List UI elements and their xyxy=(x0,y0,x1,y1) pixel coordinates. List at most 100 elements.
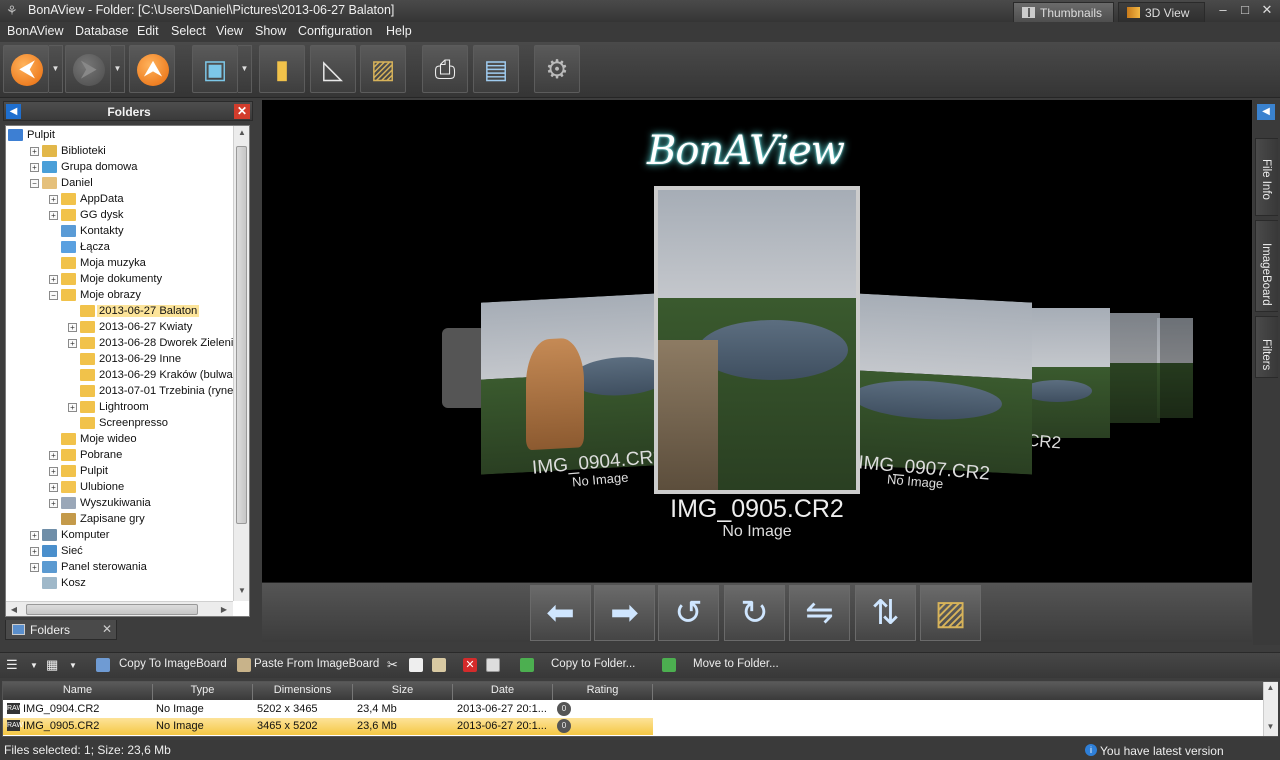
tree-node[interactable]: Zapisane gry xyxy=(6,512,231,528)
tree-node[interactable]: Screenpresso xyxy=(6,416,231,432)
next-button[interactable]: ➡ xyxy=(594,585,655,641)
acquire-button[interactable]: ▣ xyxy=(192,45,238,93)
tree-horizontal-scrollbar[interactable]: ◀ ▶ xyxy=(6,601,233,616)
tree-horizontal-scroll-thumb[interactable] xyxy=(26,604,198,615)
coverflow-card-current[interactable] xyxy=(654,186,860,494)
tree-node[interactable]: +2013-06-28 Dworek Zieleniews xyxy=(6,336,249,352)
tree-node[interactable]: + Moje dokumenty xyxy=(6,272,231,288)
tree-expander-icon[interactable]: + xyxy=(49,499,58,508)
coverflow-viewer[interactable]: BonAView CR2 IMG_0907.CR2 No Image IMG_0… xyxy=(262,100,1252,582)
paste-from-imageboard-button[interactable]: Paste From ImageBoard xyxy=(254,658,379,670)
tree-node[interactable]: + GG dysk xyxy=(6,208,231,224)
coverflow-card-3[interactable] xyxy=(858,293,1032,475)
scroll-down-icon[interactable]: ▼ xyxy=(1264,722,1277,731)
tree-expander-icon[interactable]: − xyxy=(30,179,39,188)
column-type[interactable]: Type xyxy=(153,684,253,700)
tree-node[interactable]: + Pobrane xyxy=(6,448,231,464)
grid-view-dropdown-icon[interactable]: ▼ xyxy=(69,661,77,670)
tree-node[interactable]: + Panel sterowania xyxy=(6,560,231,576)
tree-node[interactable]: +2013-06-27 Kwiaty xyxy=(6,320,231,336)
tree-node[interactable]: + Komputer xyxy=(6,528,231,544)
tree-vertical-scrollbar[interactable]: ▲ ▼ xyxy=(233,126,249,601)
tree-expander-icon[interactable]: + xyxy=(49,483,58,492)
previous-button[interactable]: ⬅ xyxy=(530,585,591,641)
list-view-icon[interactable]: ☰ xyxy=(6,657,18,673)
tree-expander-icon[interactable]: − xyxy=(49,291,58,300)
copy-to-imageboard-button[interactable]: Copy To ImageBoard xyxy=(119,658,227,670)
rotate-right-button[interactable]: ↻ xyxy=(724,585,785,641)
tree-node[interactable]: + Ulubione xyxy=(6,480,231,496)
tree-node[interactable]: Łącza xyxy=(6,240,231,256)
maximize-button[interactable]: □ xyxy=(1234,2,1256,20)
tree-expander-icon[interactable]: + xyxy=(30,163,39,172)
column-date[interactable]: Date xyxy=(453,684,553,700)
rating-badge[interactable]: 0 xyxy=(557,719,571,733)
back-dropdown[interactable]: ▼ xyxy=(49,45,63,93)
sidebar-expand-icon[interactable]: ◀ xyxy=(1257,104,1275,120)
print-button[interactable]: ⎙ xyxy=(422,45,468,93)
file-row[interactable]: RAW IMG_0904.CR2 No Image 5202 x 3465 23… xyxy=(3,701,653,718)
folders-tab-close-icon[interactable]: ✕ xyxy=(102,622,112,636)
tree-expander-icon[interactable]: + xyxy=(49,467,58,476)
flip-horizontal-button[interactable]: ⇋ xyxy=(789,585,850,641)
tree-node[interactable]: 2013-07-01 Trzebinia (rynek) xyxy=(6,384,243,400)
tree-expander-icon[interactable]: + xyxy=(49,195,58,204)
file-row-selected[interactable]: RAW IMG_0905.CR2 No Image 3465 x 5202 23… xyxy=(3,718,653,735)
panel-collapse-icon[interactable]: ◀ xyxy=(6,104,21,119)
tree-expander-icon[interactable]: + xyxy=(30,563,39,572)
rotate-left-button[interactable]: ↺ xyxy=(658,585,719,641)
coverflow-card[interactable] xyxy=(1157,318,1193,418)
paint-button[interactable]: ▨ xyxy=(360,45,406,93)
list-view-dropdown-icon[interactable]: ▼ xyxy=(30,661,38,670)
tab-thumbnails[interactable]: Thumbnails xyxy=(1013,2,1114,22)
tree-node[interactable]: + Grupa domowa xyxy=(6,160,231,176)
tree-node[interactable]: 2013-06-29 Inne xyxy=(6,352,231,368)
scan-button[interactable]: ▤ xyxy=(473,45,519,93)
acquire-dropdown[interactable]: ▼ xyxy=(238,45,252,93)
tree-node[interactable]: + Biblioteki xyxy=(6,144,231,160)
tree-node[interactable]: 2013-06-29 Kraków (bulwary) xyxy=(6,368,246,384)
tree-node[interactable]: Kosz xyxy=(6,576,231,592)
tree-node-selected[interactable]: 2013-06-27 Balaton xyxy=(6,304,231,320)
grid-view-icon[interactable]: ▦ xyxy=(46,657,58,673)
tree-node[interactable]: Kontakty xyxy=(6,224,231,240)
coverflow-card[interactable] xyxy=(1110,313,1160,423)
tree-expander-icon[interactable]: + xyxy=(68,339,77,348)
tree-node[interactable]: − Moje obrazy xyxy=(6,288,231,304)
tree-vertical-scroll-thumb[interactable] xyxy=(236,146,247,524)
scroll-right-icon[interactable]: ▶ xyxy=(218,605,230,614)
delete-icon[interactable]: ✕ xyxy=(463,658,477,672)
scroll-left-icon[interactable]: ◀ xyxy=(8,605,20,614)
scroll-down-icon[interactable]: ▼ xyxy=(234,586,249,595)
tree-node[interactable]: + Wyszukiwania xyxy=(6,496,231,512)
edit-image-button[interactable]: ▨ xyxy=(920,585,981,641)
tree-expander-icon[interactable]: + xyxy=(49,451,58,460)
tree-expander-icon[interactable]: + xyxy=(49,211,58,220)
tree-node[interactable]: Moja muzyka xyxy=(6,256,231,272)
menu-view[interactable]: View xyxy=(216,24,243,38)
file-list[interactable]: Name Type Dimensions Size Date Rating RA… xyxy=(2,681,1278,737)
tree-expander-icon[interactable]: + xyxy=(68,403,77,412)
coverflow-card-4[interactable] xyxy=(1032,308,1110,438)
file-list-scrollbar[interactable]: ▲ ▼ xyxy=(1263,682,1278,736)
minimize-button[interactable]: – xyxy=(1212,2,1234,20)
up-button[interactable]: ⮝ xyxy=(129,45,175,93)
settings-button[interactable]: ⚙ xyxy=(534,45,580,93)
coverflow-card-1[interactable] xyxy=(481,293,657,475)
tree-node[interactable]: Pulpit xyxy=(6,128,231,144)
tree-expander-icon[interactable]: + xyxy=(30,547,39,556)
tree-node[interactable]: − Daniel xyxy=(6,176,231,192)
menu-help[interactable]: Help xyxy=(386,24,412,38)
tree-node[interactable]: + Lightroom xyxy=(6,400,231,416)
column-rating[interactable]: Rating xyxy=(553,684,653,700)
close-window-button[interactable]: ✕ xyxy=(1256,2,1278,20)
tab-imageboard[interactable]: ImageBoard xyxy=(1255,220,1278,312)
menu-configuration[interactable]: Configuration xyxy=(298,24,372,38)
copy-to-folder-button[interactable]: Copy to Folder... xyxy=(551,658,635,670)
menu-select[interactable]: Select xyxy=(171,24,206,38)
rename-icon[interactable] xyxy=(486,658,500,672)
column-name[interactable]: Name xyxy=(3,684,153,700)
column-dimensions[interactable]: Dimensions xyxy=(253,684,353,700)
tree-expander-icon[interactable]: + xyxy=(30,147,39,156)
rating-badge[interactable]: 0 xyxy=(557,702,571,716)
